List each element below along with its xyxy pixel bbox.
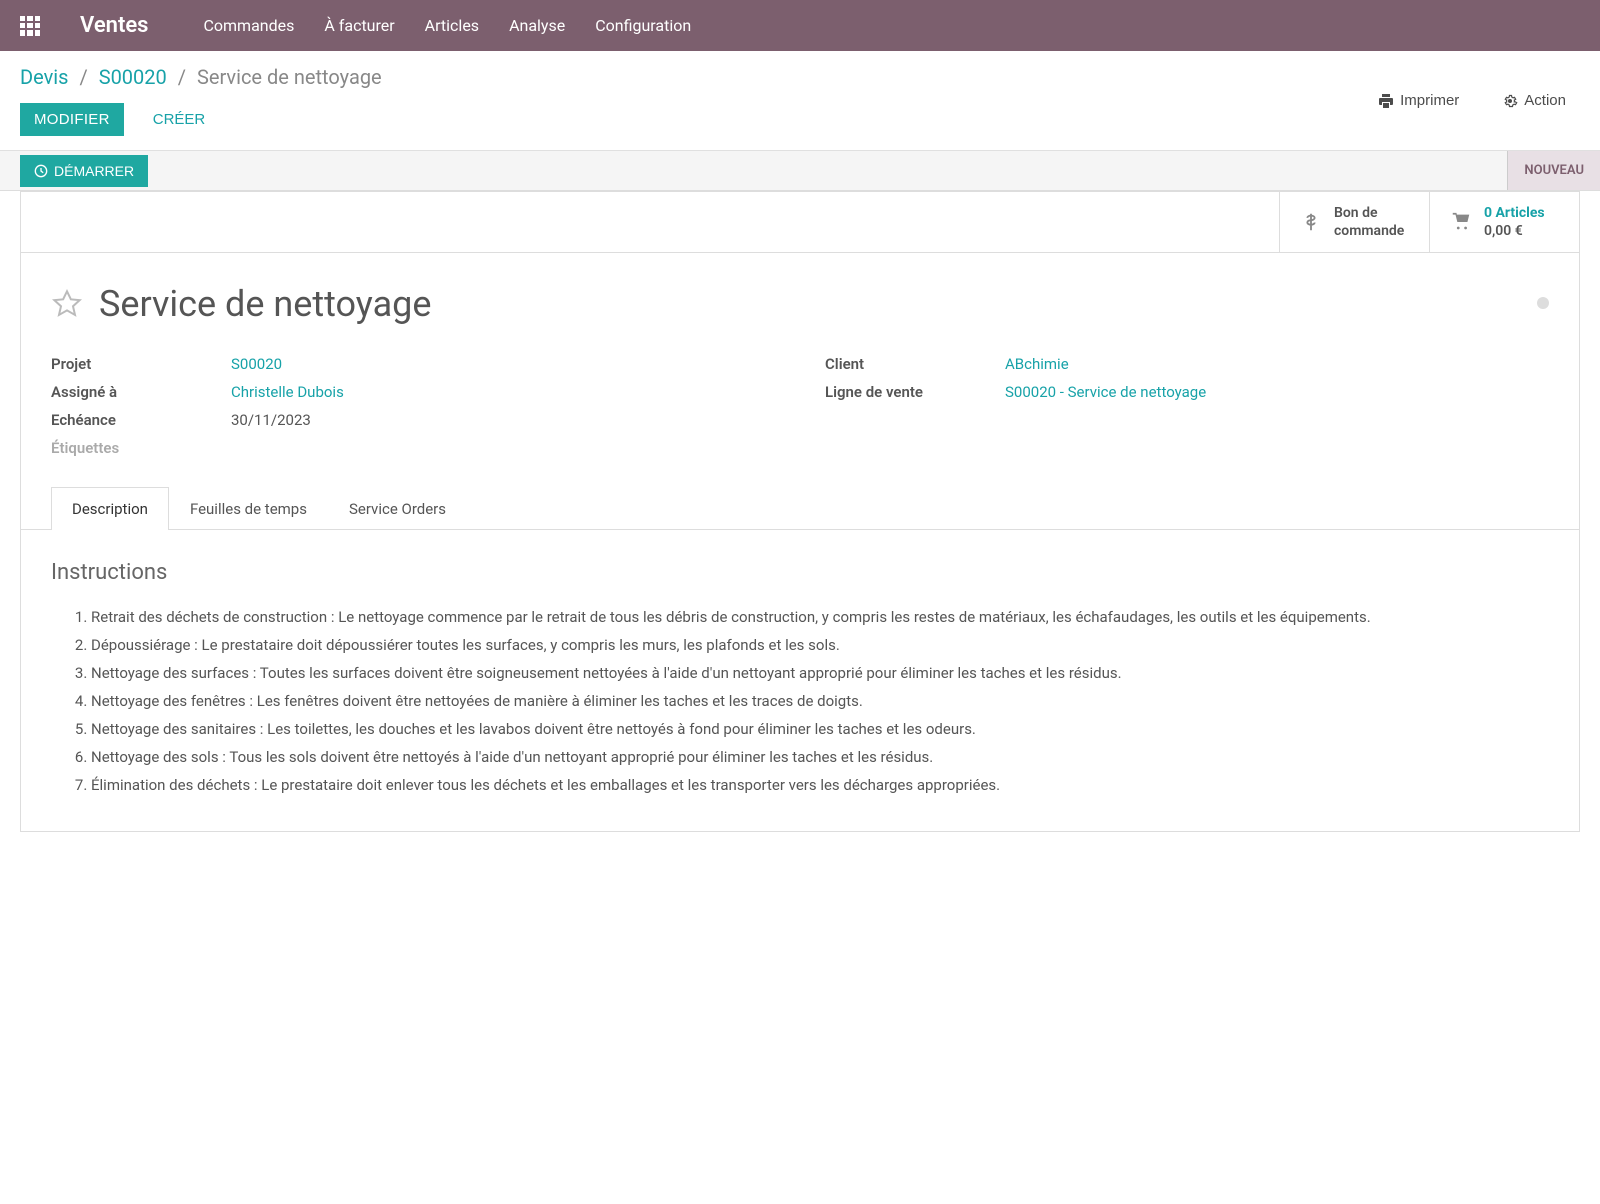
client-value[interactable]: ABchimie (1005, 355, 1069, 373)
stat-purchase-order[interactable]: Bon de commande (1279, 192, 1429, 252)
instruction-item: Élimination des déchets : Le prestataire… (91, 773, 1549, 797)
action-button[interactable]: Action (1488, 84, 1580, 117)
saleline-label: Ligne de vente (825, 383, 1005, 401)
stat-articles[interactable]: 0 Articles 0,00 € (1429, 192, 1579, 252)
content-area: Bon de commande 0 Articles 0,00 € Servic… (0, 191, 1600, 872)
breadcrumb-devis[interactable]: Devis (20, 65, 68, 89)
print-button[interactable]: Imprimer (1364, 84, 1473, 117)
stat-boxes: Bon de commande 0 Articles 0,00 € (20, 191, 1580, 252)
nav-analyse[interactable]: Analyse (509, 16, 565, 35)
nav-commandes[interactable]: Commandes (203, 16, 294, 35)
instruction-item: Dépoussiérage : Le prestataire doit dépo… (91, 633, 1549, 657)
main-menu: Commandes À facturer Articles Analyse Co… (203, 16, 691, 35)
project-value[interactable]: S00020 (231, 355, 282, 373)
breadcrumb-sep: / (178, 65, 186, 89)
project-label: Projet (51, 355, 231, 373)
breadcrumb-sep: / (79, 65, 87, 89)
start-label: DÉMARRER (54, 163, 134, 179)
print-label: Imprimer (1400, 92, 1459, 109)
app-name[interactable]: Ventes (80, 13, 148, 38)
instruction-item: Nettoyage des surfaces : Toutes les surf… (91, 661, 1549, 685)
create-button[interactable]: CRÉER (139, 103, 220, 136)
gear-icon (1502, 93, 1518, 109)
client-label: Client (825, 355, 1005, 373)
top-navbar: Ventes Commandes À facturer Articles Ana… (0, 0, 1600, 51)
instruction-item: Nettoyage des fenêtres : Les fenêtres do… (91, 689, 1549, 713)
clock-icon (34, 164, 48, 178)
instructions-list: Retrait des déchets de construction : Le… (51, 605, 1549, 797)
modify-button[interactable]: MODIFIER (20, 103, 124, 136)
deadline-label: Echéance (51, 411, 231, 429)
instructions-heading: Instructions (51, 560, 1549, 585)
print-icon (1378, 93, 1394, 109)
apps-menu-icon[interactable] (20, 16, 40, 36)
tab-service-orders[interactable]: Service Orders (328, 487, 467, 530)
stat-purchase-title: Bon de (1334, 204, 1404, 222)
tab-content-description: Instructions Retrait des déchets de cons… (21, 530, 1579, 831)
instruction-item: Nettoyage des sanitaires : Les toilettes… (91, 717, 1549, 741)
nav-a-facturer[interactable]: À facturer (324, 16, 394, 35)
breadcrumb: Devis / S00020 / Service de nettoyage (20, 65, 382, 89)
instruction-item: Retrait des déchets de construction : Le… (91, 605, 1549, 629)
breadcrumb-s00020[interactable]: S00020 (99, 65, 167, 89)
dollar-icon (1300, 211, 1322, 233)
deadline-value: 30/11/2023 (231, 411, 311, 429)
stat-purchase-subtitle: commande (1334, 222, 1404, 240)
nav-articles[interactable]: Articles (425, 16, 479, 35)
start-button[interactable]: DÉMARRER (20, 155, 148, 187)
cart-icon (1450, 211, 1472, 233)
record-title: Service de nettoyage (99, 283, 431, 325)
assigned-label: Assigné à (51, 383, 231, 401)
breadcrumb-current: Service de nettoyage (197, 65, 382, 89)
status-bar: DÉMARRER NOUVEAU (0, 151, 1600, 191)
tab-description[interactable]: Description (51, 487, 169, 530)
priority-star-icon[interactable] (51, 288, 83, 320)
stat-articles-title: 0 Articles (1484, 204, 1545, 222)
tags-label: Étiquettes (51, 439, 231, 457)
form-sheet: Service de nettoyage Projet S00020 Assig… (20, 252, 1580, 832)
breadcrumb-bar: Devis / S00020 / Service de nettoyage MO… (0, 51, 1600, 151)
form-fields: Projet S00020 Assigné à Christelle Duboi… (21, 355, 1579, 487)
nav-configuration[interactable]: Configuration (595, 16, 691, 35)
instruction-item: Nettoyage des sols : Tous les sols doive… (91, 745, 1549, 769)
tab-timesheets[interactable]: Feuilles de temps (169, 487, 328, 530)
assigned-value[interactable]: Christelle Dubois (231, 383, 344, 401)
action-label: Action (1524, 92, 1566, 109)
tabs: Description Feuilles de temps Service Or… (21, 487, 1579, 530)
stat-articles-subtitle: 0,00 € (1484, 222, 1545, 240)
kanban-state-dot[interactable] (1537, 297, 1549, 309)
status-nouveau[interactable]: NOUVEAU (1507, 151, 1600, 190)
saleline-value[interactable]: S00020 - Service de nettoyage (1005, 383, 1206, 401)
